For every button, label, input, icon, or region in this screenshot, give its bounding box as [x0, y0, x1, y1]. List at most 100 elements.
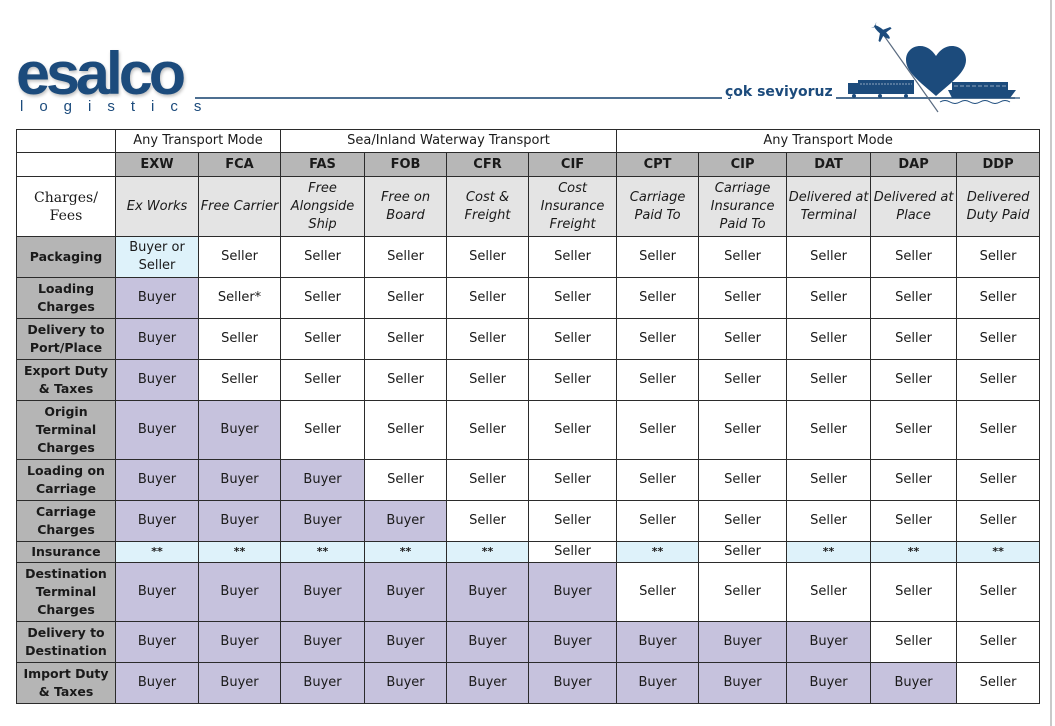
incoterms-table: Any Transport Mode Sea/Inland Waterway Tr…: [16, 129, 1041, 704]
responsibility-cell: Buyer: [280, 621, 366, 663]
responsibility-cell: Seller: [870, 459, 958, 501]
term-name-header: Free Carrier: [197, 176, 282, 237]
responsibility-cell: Seller: [364, 318, 448, 360]
responsibility-cell: Seller: [786, 562, 872, 622]
responsibility-cell: Seller: [280, 318, 366, 360]
responsibility-cell: Buyer: [446, 621, 530, 663]
responsibility-cell: Seller: [528, 500, 618, 542]
row-label: Delivery to Port/Place: [16, 318, 116, 360]
responsibility-cell: Seller: [528, 400, 618, 460]
term-code-header: CPT: [616, 152, 700, 177]
responsibility-cell: Buyer: [528, 621, 618, 663]
responsibility-cell: Buyer: [115, 500, 199, 542]
responsibility-cell: Seller: [528, 236, 618, 278]
table-row: Delivery to Port/Place Buyer Seller Seller S…: [16, 318, 1041, 360]
responsibility-cell: Seller: [197, 318, 282, 360]
responsibility-cell: Seller: [528, 541, 618, 563]
responsibility-cell: Buyer: [115, 318, 199, 360]
table-row: Loading Charges Buyer Seller* Seller Seller S…: [16, 277, 1041, 319]
term-name-header: Delivered Duty Paid: [956, 176, 1041, 237]
ship-icon: [939, 82, 1016, 104]
responsibility-cell: Seller: [786, 400, 872, 460]
responsibility-cell: Buyer: [786, 662, 872, 704]
responsibility-cell: Buyer: [197, 500, 282, 542]
row-label: Loading Charges: [16, 277, 116, 319]
row-label: Export Duty & Taxes: [16, 359, 116, 401]
responsibility-cell: Seller: [698, 236, 788, 278]
term-name-header: Carriage Insurance Paid To: [698, 176, 788, 237]
row-label: Destination Terminal Charges: [16, 562, 116, 622]
responsibility-cell: Buyer: [115, 400, 199, 460]
responsibility-cell: Seller: [528, 459, 618, 501]
responsibility-cell: Seller: [616, 236, 700, 278]
term-code-header: FAS: [280, 152, 366, 177]
table-row: Destination Terminal Charges Buyer Buyer Bu…: [16, 562, 1041, 622]
term-name-row: Charges/ Fees Ex Works Free Carrier Free Al…: [16, 176, 1041, 237]
responsibility-cell: Seller: [616, 277, 700, 319]
responsibility-cell: Seller: [956, 236, 1041, 278]
responsibility-cell: Seller: [616, 459, 700, 501]
responsibility-cell: Seller: [280, 400, 366, 460]
row-label: Origin Terminal Charges: [16, 400, 116, 460]
page-edge: [1050, 0, 1052, 726]
term-code-header: CFR: [446, 152, 530, 177]
truck-icon: [848, 80, 914, 98]
term-code-header: FCA: [197, 152, 282, 177]
term-name-header: Carriage Paid To: [616, 176, 700, 237]
responsibility-cell: Seller: [956, 400, 1041, 460]
responsibility-cell: **: [280, 541, 366, 563]
responsibility-cell: Seller: [528, 318, 618, 360]
responsibility-cell: Buyer: [446, 662, 530, 704]
row-label: Carriage Charges: [16, 500, 116, 542]
responsibility-cell: Buyer: [528, 662, 618, 704]
table-row: Export Duty & Taxes Buyer Seller Seller Sell…: [16, 359, 1041, 401]
table-row: Insurance ** ** ** ** ** Seller ** Seller ** ** **: [16, 541, 1041, 563]
responsibility-cell: Buyer: [197, 562, 282, 622]
responsibility-cell: Seller: [956, 318, 1041, 360]
responsibility-cell: Seller: [446, 236, 530, 278]
responsibility-cell: Seller: [956, 359, 1041, 401]
charges-fees-header: Charges/ Fees: [16, 176, 116, 237]
responsibility-cell: Seller: [616, 562, 700, 622]
responsibility-cell: Seller: [698, 562, 788, 622]
responsibility-cell: Seller: [698, 459, 788, 501]
term-code-header: EXW: [115, 152, 199, 177]
responsibility-cell: Seller: [197, 236, 282, 278]
responsibility-cell: Seller: [786, 236, 872, 278]
responsibility-cell: Seller: [616, 400, 700, 460]
term-code-header: DAT: [786, 152, 872, 177]
row-label: Loading on Carriage: [16, 459, 116, 501]
responsibility-cell: Seller: [364, 459, 448, 501]
responsibility-cell: Buyer: [364, 662, 448, 704]
responsibility-cell: Buyer: [698, 621, 788, 663]
responsibility-cell: Seller: [364, 277, 448, 319]
row-label: Delivery to Destination: [16, 621, 116, 663]
responsibility-cell: Buyer: [115, 277, 199, 319]
responsibility-cell: Seller: [698, 359, 788, 401]
responsibility-cell: Buyer: [528, 562, 618, 622]
responsibility-cell: **: [870, 541, 958, 563]
responsibility-cell: Seller: [870, 621, 958, 663]
responsibility-cell: Seller: [698, 400, 788, 460]
table-row: Packaging Buyer or Seller Seller Seller Sell…: [16, 236, 1041, 278]
responsibility-cell: Seller: [956, 277, 1041, 319]
term-name-header: Delivered at Terminal: [786, 176, 872, 237]
corner-cell: [16, 129, 116, 153]
responsibility-cell: Buyer: [364, 500, 448, 542]
corner-cell: [16, 152, 116, 177]
responsibility-cell: Buyer: [197, 459, 282, 501]
responsibility-cell: Seller: [446, 500, 530, 542]
responsibility-cell: Seller: [280, 236, 366, 278]
responsibility-cell: Seller: [786, 500, 872, 542]
responsibility-cell: Seller: [446, 318, 530, 360]
responsibility-cell: Buyer: [280, 459, 366, 501]
term-name-header: Cost Insurance Freight: [528, 176, 618, 237]
transport-group-header: Any Transport Mode: [616, 129, 1041, 153]
transport-group-header: Sea/Inland Waterway Transport: [280, 129, 618, 153]
responsibility-cell: Buyer: [115, 621, 199, 663]
responsibility-cell: Buyer: [616, 662, 700, 704]
responsibility-cell: **: [364, 541, 448, 563]
responsibility-cell: Seller: [364, 400, 448, 460]
table-row: Loading on Carriage Buyer Buyer Buyer Seller…: [16, 459, 1041, 501]
responsibility-cell: Buyer: [870, 662, 958, 704]
